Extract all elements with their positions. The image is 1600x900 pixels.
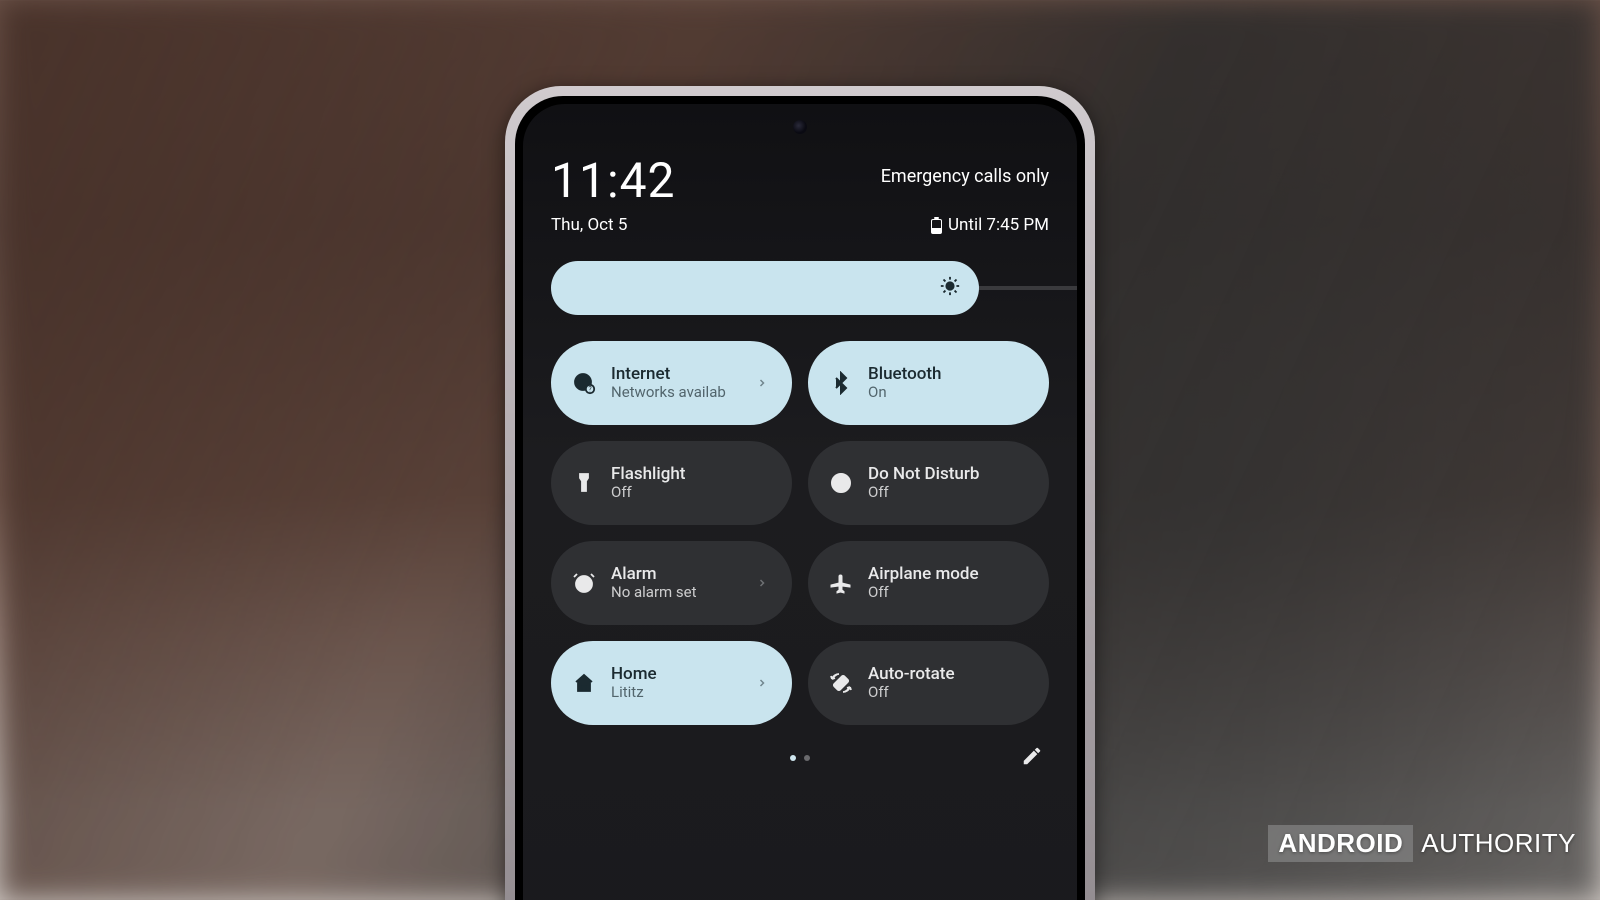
chevron-right-icon xyxy=(756,674,774,693)
tile-title: Flashlight xyxy=(611,465,774,485)
clock: 11:42 xyxy=(551,152,676,209)
status-sub-row: Thu, Oct 5 Until 7:45 PM xyxy=(551,215,1049,235)
tile-title: Home xyxy=(611,665,742,685)
tile-title: Alarm xyxy=(611,565,742,585)
tile-flashlight[interactable]: Flashlight Off xyxy=(551,441,792,525)
status-row: 11:42 Emergency calls only xyxy=(551,152,1049,209)
tile-subtitle: Off xyxy=(611,484,774,501)
tile-airplane[interactable]: Airplane mode Off xyxy=(808,541,1049,625)
battery-estimate[interactable]: Until 7:45 PM xyxy=(931,215,1049,235)
quick-settings-panel[interactable]: 11:42 Emergency calls only Thu, Oct 5 Un… xyxy=(523,104,1077,900)
watermark: ANDROID AUTHORITY xyxy=(1268,825,1576,862)
alarm-icon xyxy=(571,570,597,596)
tile-subtitle: Off xyxy=(868,484,1031,501)
brightness-fill xyxy=(551,261,979,315)
battery-icon xyxy=(931,217,942,234)
page-dot-2 xyxy=(804,755,810,761)
tile-internet[interactable]: ? Internet Networks availab xyxy=(551,341,792,425)
watermark-word: AUTHORITY xyxy=(1421,828,1576,859)
phone-frame: 11:42 Emergency calls only Thu, Oct 5 Un… xyxy=(505,86,1095,900)
tile-subtitle: Lititz xyxy=(611,684,742,701)
tile-subtitle: On xyxy=(868,384,1031,401)
chevron-right-icon xyxy=(756,574,774,593)
edit-tiles-button[interactable] xyxy=(1021,745,1043,767)
tile-bluetooth[interactable]: Bluetooth On xyxy=(808,341,1049,425)
tile-title: Bluetooth xyxy=(868,365,1031,385)
globe-icon: ? xyxy=(571,370,597,396)
flashlight-icon xyxy=(571,470,597,496)
brightness-slider[interactable] xyxy=(551,261,1049,315)
tile-autorotate[interactable]: Auto-rotate Off xyxy=(808,641,1049,725)
airplane-icon xyxy=(828,570,854,596)
battery-until-label: Until 7:45 PM xyxy=(948,215,1049,235)
phone-bezel: 11:42 Emergency calls only Thu, Oct 5 Un… xyxy=(515,96,1085,900)
chevron-right-icon xyxy=(756,374,774,393)
brightness-icon xyxy=(939,275,961,301)
tile-subtitle: Off xyxy=(868,684,1031,701)
tile-title: Auto-rotate xyxy=(868,665,1031,685)
page-indicator[interactable] xyxy=(790,755,810,761)
tile-title: Internet xyxy=(611,365,742,385)
bluetooth-icon xyxy=(828,370,854,396)
do-not-disturb-icon xyxy=(828,470,854,496)
network-status: Emergency calls only xyxy=(881,166,1049,187)
quick-settings-tiles: ? Internet Networks availab xyxy=(551,341,1049,725)
qs-footer xyxy=(551,745,1049,771)
tile-subtitle: Off xyxy=(868,584,1031,601)
phone: 11:42 Emergency calls only Thu, Oct 5 Un… xyxy=(505,86,1095,900)
tile-subtitle: Networks availab xyxy=(611,384,742,401)
tile-dnd[interactable]: Do Not Disturb Off xyxy=(808,441,1049,525)
tile-title: Airplane mode xyxy=(868,565,1031,585)
tile-subtitle: No alarm set xyxy=(611,584,742,601)
tile-title: Do Not Disturb xyxy=(868,465,1031,485)
home-icon xyxy=(571,670,597,696)
auto-rotate-icon xyxy=(828,670,854,696)
watermark-brand: ANDROID xyxy=(1268,825,1413,862)
tile-home[interactable]: Home Lititz xyxy=(551,641,792,725)
tile-alarm[interactable]: Alarm No alarm set xyxy=(551,541,792,625)
camera-hole xyxy=(793,120,807,134)
date: Thu, Oct 5 xyxy=(551,215,627,235)
page-dot-1 xyxy=(790,755,796,761)
